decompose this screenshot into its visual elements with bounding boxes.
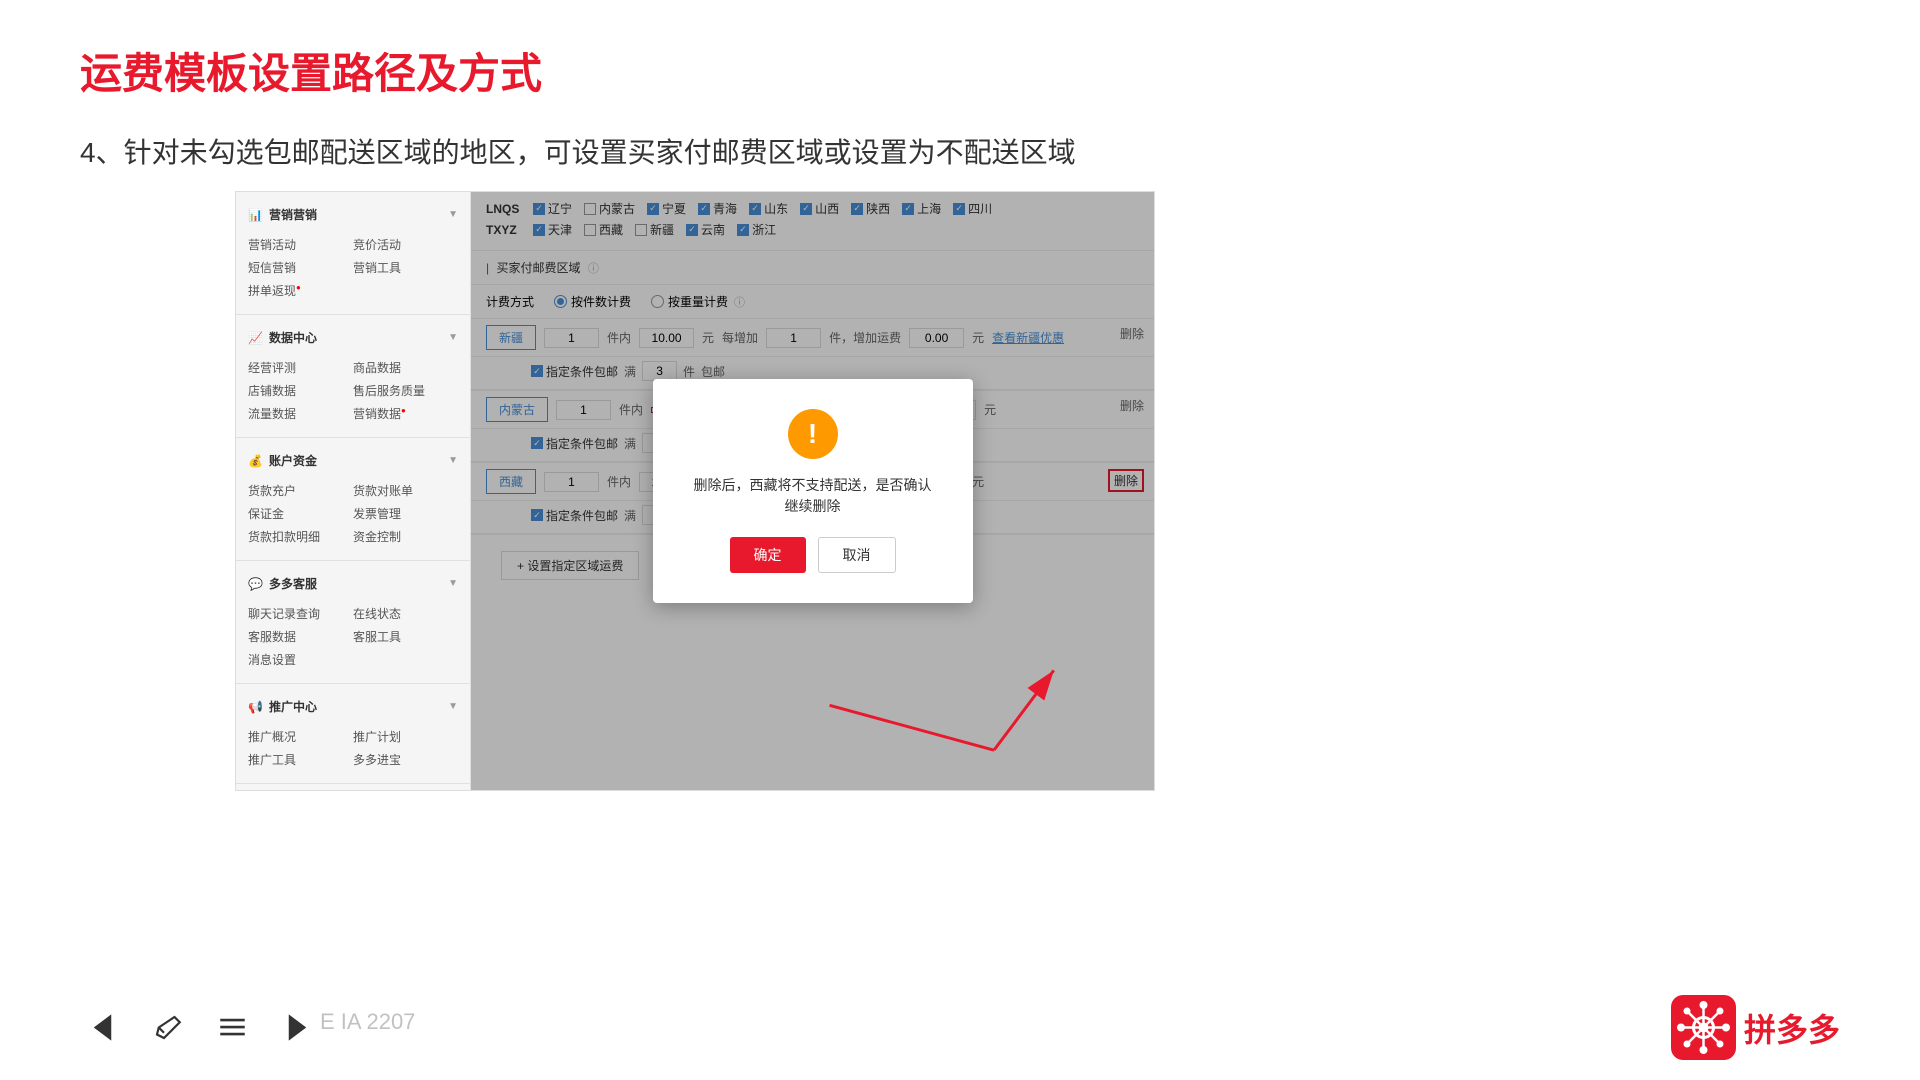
sidebar-item-dpsjdata[interactable]: 店铺数据 xyxy=(248,379,353,402)
sidebar-item-tggj[interactable]: 推广工具 xyxy=(248,748,353,771)
sidebar-section-promo-title: 📢 推广中心 ▼ xyxy=(236,692,470,721)
modal-buttons: 确定 取消 xyxy=(693,537,933,573)
sidebar-item-ltjl[interactable]: 聊天记录查询 xyxy=(248,602,353,625)
menu-icon xyxy=(215,1010,250,1045)
bar-chart-icon: 📊 xyxy=(248,208,263,222)
edit-icon xyxy=(150,1010,185,1045)
chevron-down-icon3: ▼ xyxy=(448,455,458,466)
chevron-down-icon: ▼ xyxy=(448,209,458,220)
sidebar-section-finance: 💰 账户资金 ▼ 货款充户 货款对账单 保证金 发票管理 货款扣款明细 资金控制 xyxy=(236,438,470,561)
sidebar-section-service: 💬 多多客服 ▼ 聊天记录查询 在线状态 客服数据 客服工具 消息设置 xyxy=(236,561,470,684)
modal-overlay: ! 删除后，西藏将不支持配送，是否确认继续删除 确定 取消 xyxy=(471,192,1154,790)
pdd-text: 拼多多 xyxy=(1744,1005,1840,1051)
sidebar-finance-items: 货款充户 货款对账单 保证金 发票管理 货款扣款明细 资金控制 xyxy=(236,475,470,552)
sidebar-item-hkdzd[interactable]: 货款对账单 xyxy=(353,479,458,502)
sidebar-item-ddjb[interactable]: 多多进宝 xyxy=(353,748,458,771)
sidebar-item-pdfx[interactable]: 拼单返现 xyxy=(248,279,353,302)
next-btn[interactable] xyxy=(275,1005,320,1050)
watermark: E IA 2207 xyxy=(320,1009,415,1035)
sidebar-item-jypg[interactable]: 经营评测 xyxy=(248,356,353,379)
modal-confirm-btn[interactable]: 确定 xyxy=(730,537,806,573)
sidebar-section-marketing: 📊 营销营销 ▼ 营销活动 竞价活动 短信营销 营销工具 拼单返现 xyxy=(236,192,470,315)
sidebar-section-data-title: 📈 数据中心 ▼ xyxy=(236,323,470,352)
sidebar-item-hkch[interactable]: 货款充户 xyxy=(248,479,353,502)
edit-btn[interactable] xyxy=(145,1005,190,1050)
sidebar-item-shfwzl[interactable]: 售后服务质量 xyxy=(353,379,458,402)
sidebar-item-yxhd[interactable]: 营销活动 xyxy=(248,233,353,256)
menu-btn[interactable] xyxy=(210,1005,255,1050)
next-icon xyxy=(280,1010,315,1045)
sidebar-section-data: 📈 数据中心 ▼ 经营评测 商品数据 店铺数据 售后服务质量 流量数据 营销数据 xyxy=(236,315,470,438)
data-icon: 📈 xyxy=(248,331,263,345)
sidebar-section-marketing-title: 📊 营销营销 ▼ xyxy=(236,200,470,229)
sidebar-item-llsj[interactable]: 流量数据 xyxy=(248,402,353,425)
chevron-down-icon5: ▼ xyxy=(448,701,458,712)
screenshot-area: 📊 营销营销 ▼ 营销活动 竞价活动 短信营销 营销工具 拼单返现 📈 数据中心… xyxy=(235,191,1155,791)
sidebar-item-dxyx[interactable]: 短信营销 xyxy=(248,256,353,279)
sidebar-section-promo: 📢 推广中心 ▼ 推广概况 推广计划 推广工具 多多进宝 xyxy=(236,684,470,784)
sidebar-item-spsjdata[interactable]: 商品数据 xyxy=(353,356,458,379)
sidebar-service-items: 聊天记录查询 在线状态 客服数据 客服工具 消息设置 xyxy=(236,598,470,675)
sidebar-promo-items: 推广概况 推广计划 推广工具 多多进宝 xyxy=(236,721,470,775)
sidebar-item-tgjh[interactable]: 推广计划 xyxy=(353,725,458,748)
prev-btn[interactable] xyxy=(80,1005,125,1050)
sidebar-item-yxsj[interactable]: 营销数据 xyxy=(353,402,458,425)
prev-icon xyxy=(85,1010,120,1045)
pdd-logo-icon xyxy=(1671,995,1736,1060)
sidebar-item-yxgj[interactable]: 营销工具 xyxy=(353,256,458,279)
sidebar-section-service-title: 💬 多多客服 ▼ xyxy=(236,569,470,598)
chevron-down-icon2: ▼ xyxy=(448,332,458,343)
warning-icon: ! xyxy=(788,409,838,459)
sidebar-item-hkkmx[interactable]: 货款扣款明细 xyxy=(248,525,353,548)
page-title: 运费模板设置路径及方式 xyxy=(80,40,1840,101)
modal-message: 删除后，西藏将不支持配送，是否确认继续删除 xyxy=(693,475,933,517)
sidebar-marketing-items: 营销活动 竞价活动 短信营销 营销工具 拼单返现 xyxy=(236,229,470,306)
modal-cancel-btn[interactable]: 取消 xyxy=(818,537,896,573)
sidebar: 📊 营销营销 ▼ 营销活动 竞价活动 短信营销 营销工具 拼单返现 📈 数据中心… xyxy=(236,192,471,790)
sidebar-item-jjhd[interactable]: 竞价活动 xyxy=(353,233,458,256)
chevron-down-icon4: ▼ xyxy=(448,578,458,589)
pdd-logo: 拼多多 xyxy=(1671,995,1840,1060)
money-icon: 💰 xyxy=(248,454,263,468)
modal-box: ! 删除后，西藏将不支持配送，是否确认继续删除 确定 取消 xyxy=(653,379,973,603)
page-subtitle: 4、针对未勾选包邮配送区域的地区，可设置买家付邮费区域或设置为不配送区域 xyxy=(80,131,1840,171)
sidebar-item-zjkz[interactable]: 资金控制 xyxy=(353,525,458,548)
sidebar-item-bzj[interactable]: 保证金 xyxy=(248,502,353,525)
sidebar-section-finance-title: 💰 账户资金 ▼ xyxy=(236,446,470,475)
sidebar-data-items: 经营评测 商品数据 店铺数据 售后服务质量 流量数据 营销数据 xyxy=(236,352,470,429)
sidebar-item-kfgj[interactable]: 客服工具 xyxy=(353,625,458,648)
sidebar-item-xxsz[interactable]: 消息设置 xyxy=(248,648,353,671)
sidebar-section-store: 🏪 店铺管理 ▼ 店铺信息 子账号管理 店铺装修 订单开票 违规查询 退店 订单… xyxy=(236,784,470,791)
sidebar-item-fpgl[interactable]: 发票管理 xyxy=(353,502,458,525)
sidebar-item-kfsj[interactable]: 客服数据 xyxy=(248,625,353,648)
sidebar-item-tgkg[interactable]: 推广概况 xyxy=(248,725,353,748)
chat-icon: 💬 xyxy=(248,577,263,591)
promo-icon: 📢 xyxy=(248,700,263,714)
main-content-area: LNQS 辽宁 内蒙古 宁夏 青海 xyxy=(471,192,1154,790)
sidebar-item-zxzt[interactable]: 在线状态 xyxy=(353,602,458,625)
bottom-nav xyxy=(80,1005,320,1050)
